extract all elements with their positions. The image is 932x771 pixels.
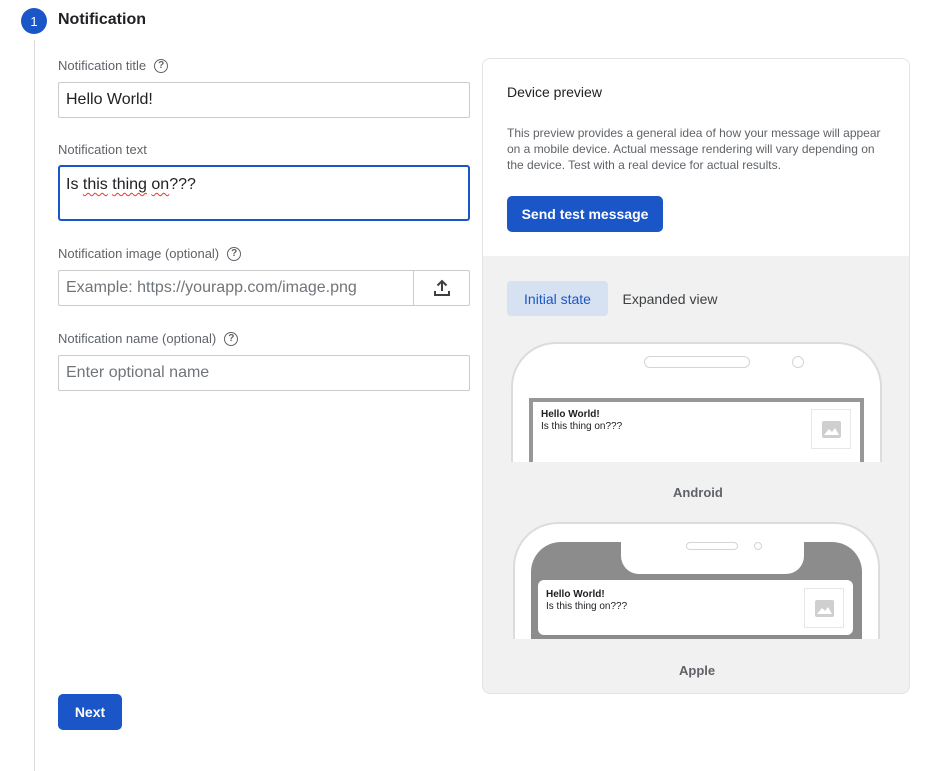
misspelled-word: on (151, 176, 170, 193)
notification-title-input[interactable]: Hello World! (58, 82, 470, 118)
upload-button[interactable] (413, 270, 470, 306)
tab-expanded-view[interactable]: Expanded view (615, 281, 725, 316)
notification-text-label-text: Notification text (58, 142, 147, 157)
notification-name-input[interactable]: Enter optional name (58, 355, 470, 391)
android-phone-mockup: Hello World! Is this thing on??? (511, 342, 882, 462)
upload-icon (433, 279, 450, 296)
phone-notch (621, 542, 804, 574)
notification-text-input[interactable]: Is this thing on??? (58, 165, 470, 221)
notification-image-label: Notification image (optional) ? (58, 246, 242, 261)
apple-label: Apple (679, 663, 716, 678)
android-notification: Hello World! Is this thing on??? (541, 409, 622, 432)
android-notification-text: Is this thing on??? (541, 421, 623, 432)
apple-notification: Hello World! Is this thing on??? (538, 580, 853, 635)
phone-camera (792, 356, 804, 368)
stepper-line (34, 40, 35, 771)
phone-speaker (686, 542, 738, 550)
help-icon[interactable]: ? (154, 58, 169, 73)
text-segment: ??? (169, 176, 196, 193)
step-number-badge: 1 (21, 8, 47, 34)
preview-header: Device preview This preview provides a g… (483, 59, 909, 256)
preview-description: This preview provides a general idea of … (507, 126, 881, 172)
notification-title-label-text: Notification title (58, 58, 147, 73)
phone-speaker (644, 356, 750, 368)
next-button[interactable]: Next (58, 694, 122, 730)
help-icon[interactable]: ? (227, 246, 242, 261)
tab-initial-state[interactable]: Initial state (507, 281, 608, 316)
apple-notification-title: Hello World! (546, 589, 605, 600)
misspelled-word: thing (112, 176, 147, 193)
image-placeholder-icon (811, 409, 851, 449)
preview-title: Device preview (507, 84, 602, 100)
step-title: Notification (58, 11, 146, 28)
notification-name-label: Notification name (optional) ? (58, 331, 239, 346)
notification-image-label-text: Notification image (optional) (58, 246, 220, 261)
apple-notification-text: Is this thing on??? (546, 601, 628, 612)
help-icon[interactable]: ? (224, 331, 239, 346)
android-label: Android (673, 485, 723, 500)
phone-camera (754, 542, 762, 550)
notification-text-label: Notification text (58, 142, 147, 157)
notification-name-label-text: Notification name (optional) (58, 331, 217, 346)
text-segment: Is (66, 176, 83, 193)
send-test-message-button[interactable]: Send test message (507, 196, 663, 232)
image-placeholder-icon (804, 588, 844, 628)
apple-phone-mockup: Hello World! Is this thing on??? (513, 522, 880, 639)
notification-title-label: Notification title ? (58, 58, 169, 73)
notification-image-input[interactable]: Example: https://yourapp.com/image.png (58, 270, 415, 306)
android-screen: Hello World! Is this thing on??? (529, 398, 864, 462)
apple-screen: Hello World! Is this thing on??? (531, 542, 862, 639)
misspelled-word: this (82, 176, 108, 193)
device-preview-panel: Device preview This preview provides a g… (482, 58, 910, 694)
android-notification-title: Hello World! (541, 409, 600, 420)
